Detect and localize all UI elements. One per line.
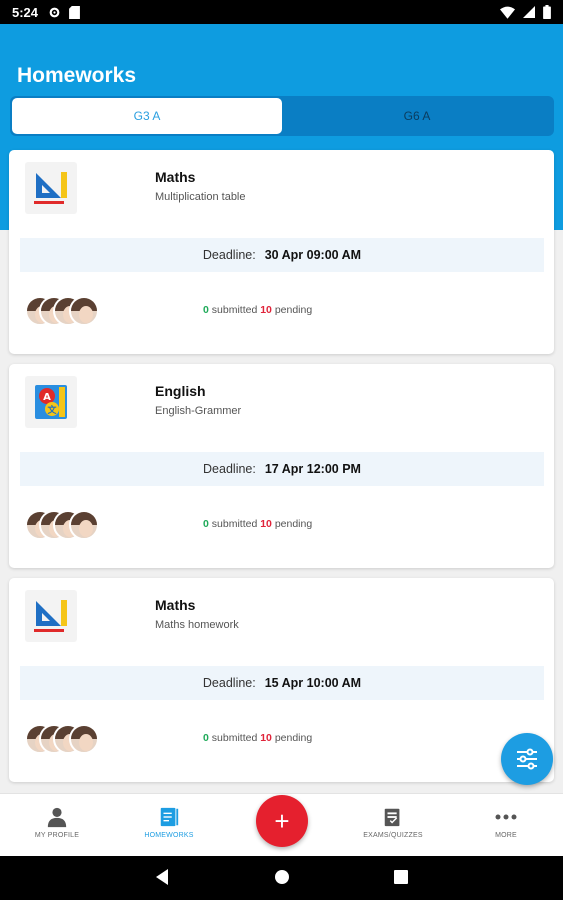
nav-my-profile[interactable]: MY PROFILE [12,806,102,839]
homework-book-icon [160,807,179,827]
nav-label: MY PROFILE [34,832,80,839]
deadline-value: 15 Apr 10:00 AM [264,676,362,690]
plus-icon: + [274,805,290,836]
back-icon[interactable] [154,868,170,886]
page-title: Homeworks [17,64,137,87]
homework-card[interactable]: Maths Multiplication table Deadline: 30 … [9,150,554,354]
deadline-bar: Deadline: 17 Apr 12:00 PM [20,452,544,486]
pending-count: 10 [260,518,272,530]
deadline-label: Deadline: [202,676,256,690]
svg-text:A: A [43,392,51,403]
submitted-label: submitted [211,304,258,316]
avatar [69,724,99,754]
homework-description: Maths homework [155,619,239,631]
avatar [69,510,99,540]
class-tabs: G3 A G6 A [10,96,554,136]
submission-counts: 0 submitted 10 pending [203,732,312,744]
exam-clipboard-icon [384,808,400,827]
nav-more[interactable]: MORE [461,806,551,839]
nav-homeworks[interactable]: HOMEWORKS [124,806,214,839]
homework-description: English-Grammer [155,405,242,417]
wifi-icon [500,6,515,19]
avatar [69,296,99,326]
homework-card[interactable]: A 文 English English-Grammer Deadline: 17… [9,364,554,568]
filter-button[interactable] [501,733,553,785]
deadline-bar: Deadline: 15 Apr 10:00 AM [20,666,544,700]
homework-subject: English [155,383,206,399]
homework-subject: Maths [155,597,196,613]
student-avatars [25,724,115,756]
student-avatars [25,296,115,328]
deadline-value: 17 Apr 12:00 PM [264,462,361,476]
deadline-value: 30 Apr 09:00 AM [264,248,362,262]
pending-count: 10 [260,304,272,316]
deadline-label: Deadline: [202,248,256,262]
system-navigation-bar [0,856,563,900]
maths-set-square-icon [25,590,77,642]
deadline-bar: Deadline: 30 Apr 09:00 AM [20,238,544,272]
deadline-label: Deadline: [203,462,256,476]
submitted-count: 0 [203,732,209,744]
cellular-signal-icon [523,6,535,18]
pending-label: pending [274,518,313,530]
submitted-count: 0 [203,518,209,530]
homework-card[interactable]: Maths Maths homework Deadline: 15 Apr 10… [9,578,554,782]
pending-count: 10 [260,732,272,744]
homework-description: Multiplication table [155,191,246,203]
pending-label: pending [274,732,313,744]
homework-subject: Maths [155,169,196,185]
filter-sliders-icon [517,748,537,770]
nav-label: MORE [495,832,517,839]
tab-g3a[interactable]: G3 A [12,98,282,134]
nav-label: HOMEWORKS [144,832,194,839]
english-alphabet-book-icon: A 文 [25,376,77,428]
maths-set-square-icon [25,162,77,214]
student-avatars [25,510,115,542]
status-time: 5:24 [12,4,39,20]
recents-icon[interactable] [393,868,409,886]
submitted-count: 0 [203,304,209,316]
more-dots-icon [495,814,517,820]
settings-gear-icon [49,7,60,17]
nav-exams-quizzes[interactable]: EXAMS/QUIZZES [348,806,438,839]
nav-label: EXAMS/QUIZZES [363,832,423,839]
add-homework-button[interactable]: + [256,795,308,847]
submitted-label: submitted [211,518,258,530]
battery-icon [543,5,551,19]
home-icon[interactable] [273,868,291,886]
sd-card-icon [69,5,80,19]
submission-counts: 0 submitted 10 pending [203,304,312,316]
person-icon [47,807,67,828]
submission-counts: 0 submitted 10 pending [203,518,312,530]
pending-label: pending [274,304,313,316]
tab-g6a[interactable]: G6 A [282,98,552,134]
svg-text:文: 文 [46,404,57,416]
submitted-label: submitted [211,732,258,744]
status-bar: 5:24 [0,0,563,24]
